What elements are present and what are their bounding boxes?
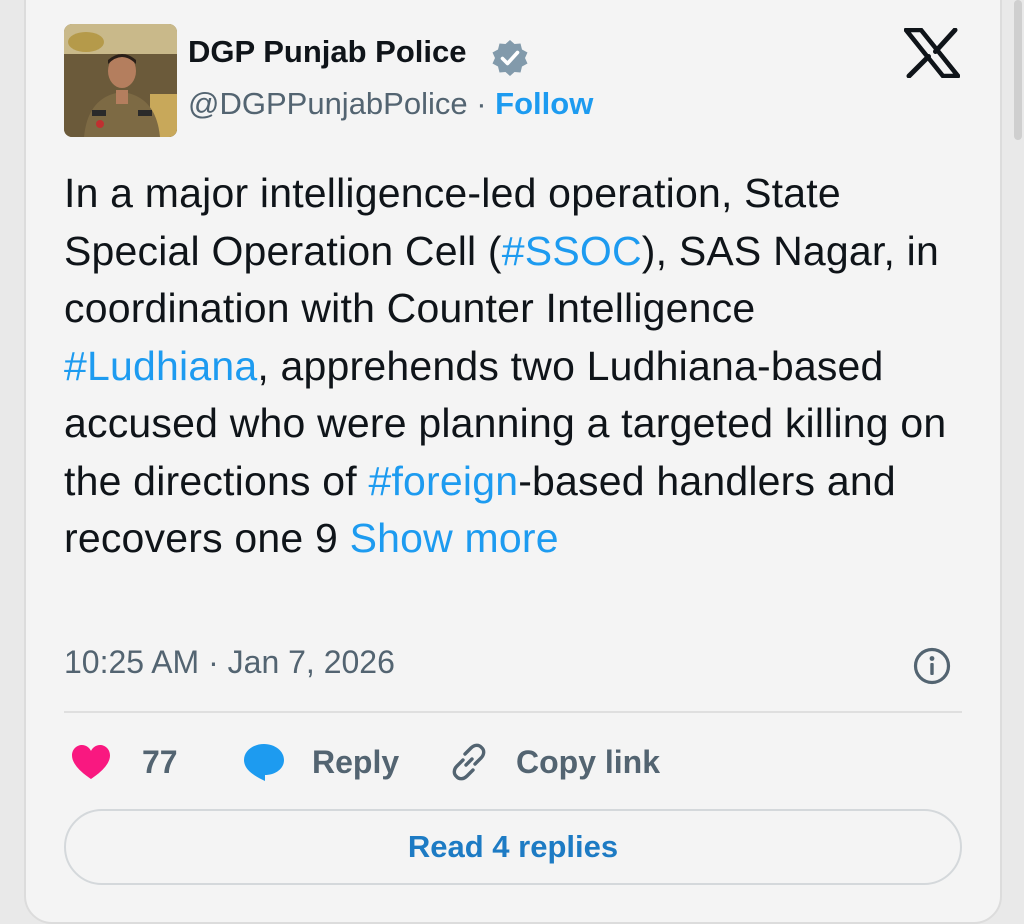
handle-separator: ·	[467, 86, 496, 121]
author-name[interactable]: DGP Punjab Police	[188, 34, 467, 70]
author-handle[interactable]: @DGPPunjabPolice	[188, 86, 468, 121]
scrollbar[interactable]	[1014, 0, 1022, 140]
x-logo-icon[interactable]	[904, 28, 960, 78]
copy-link-button[interactable]: Copy link	[448, 740, 660, 784]
tweet-text: In a major intelligence-led operation, S…	[64, 165, 964, 568]
reply-button[interactable]: Reply	[242, 740, 399, 784]
avatar[interactable]	[64, 24, 177, 137]
tweet-timestamp[interactable]: 10:25 AM · Jan 7, 2026	[64, 644, 395, 681]
hashtag-ssoc[interactable]: #SSOC	[502, 228, 642, 274]
show-more-link[interactable]: Show more	[350, 515, 559, 561]
divider	[64, 711, 962, 713]
like-count: 77	[142, 743, 178, 780]
link-icon	[452, 743, 486, 781]
copy-link-label: Copy link	[516, 743, 661, 780]
follow-button[interactable]: Follow	[495, 86, 593, 121]
like-button[interactable]: 77	[70, 740, 178, 784]
hashtag-foreign[interactable]: #foreign	[368, 458, 518, 504]
read-replies-button[interactable]: Read 4 replies	[64, 809, 962, 885]
heart-icon	[72, 745, 110, 779]
reply-bubble-icon	[244, 744, 284, 781]
handle-row: @DGPPunjabPolice · Follow	[188, 86, 593, 122]
info-icon[interactable]	[912, 646, 952, 686]
verified-badge-icon	[492, 40, 528, 76]
hashtag-ludhiana[interactable]: #Ludhiana	[64, 343, 257, 389]
reply-label: Reply	[312, 743, 400, 780]
